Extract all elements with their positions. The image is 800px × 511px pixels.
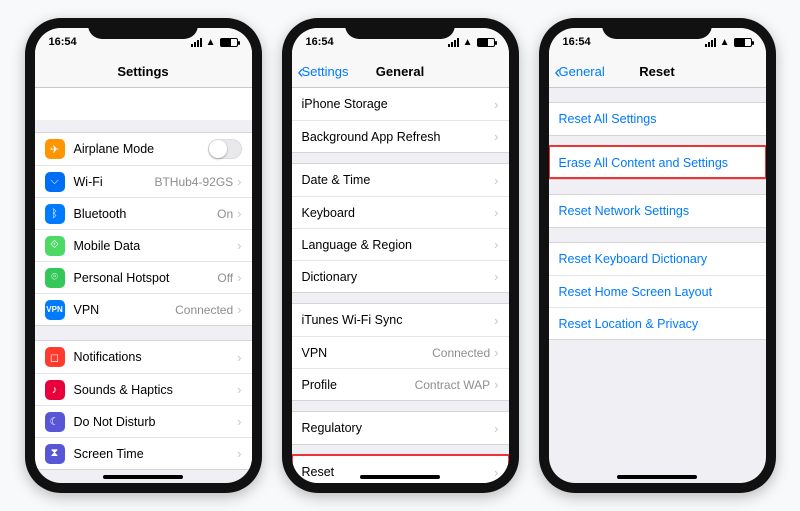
navbar: Settings: [35, 56, 252, 88]
chevron-right-icon: ›: [237, 270, 241, 285]
wifi-status-icon: ▲: [720, 37, 730, 48]
chevron-right-icon: ›: [494, 345, 498, 360]
notifications-icon: ◻: [45, 347, 65, 367]
general-list[interactable]: iPhone Storage › Background App Refresh …: [292, 88, 509, 483]
notch: [88, 18, 198, 39]
profile-row[interactable]: Profile Contract WAP ›: [292, 368, 509, 400]
mobile-data-row[interactable]: ⟐ Mobile Data ›: [35, 229, 252, 261]
wifi-row[interactable]: ⌵ Wi-Fi BTHub4-92GS ›: [35, 165, 252, 197]
phone-reset: 16:54 ▲ ‹ General Reset Reset All Settin…: [539, 18, 776, 493]
chevron-right-icon: ›: [237, 302, 241, 317]
reset-location-privacy-row[interactable]: Reset Location & Privacy: [549, 307, 766, 339]
reset-keyboard-dict-row[interactable]: Reset Keyboard Dictionary: [549, 243, 766, 275]
regulatory-row[interactable]: Regulatory ›: [292, 412, 509, 444]
bluetooth-icon: ᛒ: [45, 204, 65, 224]
cellular-icon: [191, 38, 202, 47]
chevron-right-icon: ›: [237, 174, 241, 189]
chevron-right-icon: ›: [494, 97, 498, 112]
chevron-right-icon: ›: [494, 173, 498, 188]
cellular-icon: [448, 38, 459, 47]
bluetooth-row[interactable]: ᛒ Bluetooth On ›: [35, 197, 252, 229]
iphone-storage-row[interactable]: iPhone Storage ›: [292, 88, 509, 120]
airplane-mode-row[interactable]: ✈ Airplane Mode: [35, 133, 252, 165]
reset-home-screen-row[interactable]: Reset Home Screen Layout: [549, 275, 766, 307]
cellular-icon: [705, 38, 716, 47]
language-region-row[interactable]: Language & Region ›: [292, 228, 509, 260]
hotspot-icon: ⌾: [45, 268, 65, 288]
chevron-right-icon: ›: [494, 465, 498, 480]
home-indicator[interactable]: [103, 475, 183, 479]
page-title: Settings: [35, 64, 252, 79]
chevron-right-icon: ›: [237, 382, 241, 397]
chevron-right-icon: ›: [237, 414, 241, 429]
chevron-right-icon: ›: [494, 129, 498, 144]
phone-general: 16:54 ▲ ‹ Settings General iPhone Storag…: [282, 18, 519, 493]
erase-all-content-row[interactable]: Erase All Content and Settings: [549, 147, 766, 179]
notch: [345, 18, 455, 39]
status-time: 16:54: [306, 36, 334, 48]
notch: [602, 18, 712, 39]
navbar: ‹ Settings General: [292, 56, 509, 88]
notifications-row[interactable]: ◻ Notifications ›: [35, 341, 252, 373]
vpn-row[interactable]: VPN VPN Connected ›: [35, 293, 252, 325]
phone-settings: 16:54 ▲ Settings ✈ Airplane Mode ⌵: [25, 18, 262, 493]
dictionary-row[interactable]: Dictionary ›: [292, 260, 509, 292]
wifi-status-icon: ▲: [463, 37, 473, 48]
reset-all-settings-row[interactable]: Reset All Settings: [549, 103, 766, 135]
sounds-icon: ♪: [45, 380, 65, 400]
battery-icon: [734, 38, 752, 47]
sounds-row[interactable]: ♪ Sounds & Haptics ›: [35, 373, 252, 405]
itunes-wifi-sync-row[interactable]: iTunes Wi-Fi Sync ›: [292, 304, 509, 336]
hotspot-row[interactable]: ⌾ Personal Hotspot Off ›: [35, 261, 252, 293]
chevron-right-icon: ›: [494, 421, 498, 436]
connectivity-group: ✈ Airplane Mode ⌵ Wi-Fi BTHub4-92GS › ᛒ …: [35, 132, 252, 326]
airplane-toggle[interactable]: [208, 139, 242, 159]
reset-list[interactable]: Reset All Settings Erase All Content and…: [549, 88, 766, 483]
back-button[interactable]: ‹ General: [549, 63, 605, 81]
reset-network-row[interactable]: Reset Network Settings: [549, 195, 766, 227]
notifications-group: ◻ Notifications › ♪ Sounds & Haptics › ☾…: [35, 340, 252, 470]
dnd-row[interactable]: ☾ Do Not Disturb ›: [35, 405, 252, 437]
screentime-icon: ⧗: [45, 444, 65, 464]
back-button[interactable]: ‹ Settings: [292, 63, 349, 81]
navbar: ‹ General Reset: [549, 56, 766, 88]
battery-icon: [477, 38, 495, 47]
keyboard-row[interactable]: Keyboard ›: [292, 196, 509, 228]
chevron-right-icon: ›: [494, 269, 498, 284]
chevron-right-icon: ›: [494, 313, 498, 328]
status-time: 16:54: [563, 36, 591, 48]
chevron-right-icon: ›: [237, 350, 241, 365]
status-time: 16:54: [49, 36, 77, 48]
home-indicator[interactable]: [617, 475, 697, 479]
antenna-icon: ⟐: [45, 236, 65, 256]
battery-icon: [220, 38, 238, 47]
wifi-status-icon: ▲: [206, 37, 216, 48]
dnd-icon: ☾: [45, 412, 65, 432]
settings-list[interactable]: ✈ Airplane Mode ⌵ Wi-Fi BTHub4-92GS › ᛒ …: [35, 88, 252, 483]
chevron-right-icon: ›: [494, 205, 498, 220]
chevron-right-icon: ›: [494, 377, 498, 392]
wifi-icon: ⌵: [45, 172, 65, 192]
date-time-row[interactable]: Date & Time ›: [292, 164, 509, 196]
airplane-icon: ✈: [45, 139, 65, 159]
profile-row[interactable]: [35, 88, 252, 120]
chevron-right-icon: ›: [494, 237, 498, 252]
vpn-icon: VPN: [45, 300, 65, 320]
vpn-row[interactable]: VPN Connected ›: [292, 336, 509, 368]
chevron-right-icon: ›: [237, 446, 241, 461]
chevron-right-icon: ›: [237, 238, 241, 253]
chevron-right-icon: ›: [237, 206, 241, 221]
background-refresh-row[interactable]: Background App Refresh ›: [292, 120, 509, 152]
home-indicator[interactable]: [360, 475, 440, 479]
screentime-row[interactable]: ⧗ Screen Time ›: [35, 437, 252, 469]
